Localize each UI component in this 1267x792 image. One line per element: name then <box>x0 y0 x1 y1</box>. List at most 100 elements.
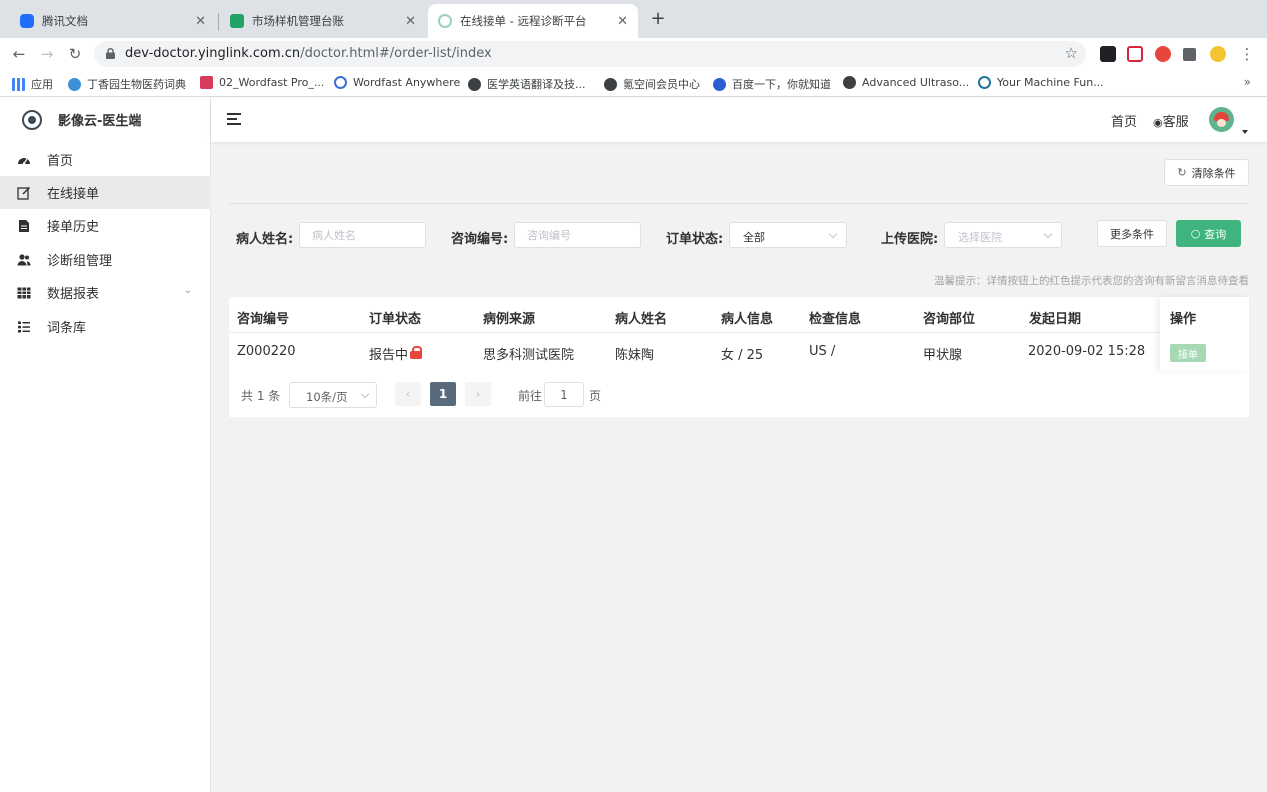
wordfast-icon <box>200 76 213 89</box>
new-tab-icon[interactable]: + <box>649 10 667 28</box>
topbar-home-link[interactable]: 首页 <box>1111 111 1137 130</box>
bookmark-label: 丁香园生物医药词典 <box>87 78 186 91</box>
hospital-select[interactable]: 选择医院 <box>944 222 1062 248</box>
goto-suffix: 页 <box>589 389 602 403</box>
page-number-1[interactable]: 1 <box>430 382 456 406</box>
bookmark-dxy[interactable]: 丁香园生物医药词典 <box>68 76 186 92</box>
back-icon[interactable]: ← <box>9 44 29 64</box>
bookmark-star-icon[interactable]: ☆ <box>1065 44 1078 62</box>
tab-title: 在线接单 - 远程诊断平台 <box>460 14 587 28</box>
close-icon[interactable]: ✕ <box>195 14 206 29</box>
close-icon[interactable]: ✕ <box>617 14 628 29</box>
divider <box>229 203 1249 204</box>
prev-page-button[interactable]: ‹ <box>395 382 421 406</box>
globe-icon <box>604 77 617 91</box>
sidebar-item-glossary[interactable]: 词条库 <box>0 310 211 343</box>
action-column: 操作 接单 <box>1160 297 1249 371</box>
bookmark-baidu[interactable]: 百度一下，你就知道 <box>713 76 831 92</box>
status-text: 报告中 <box>369 348 409 363</box>
profile-icon[interactable] <box>1210 46 1226 62</box>
logo-icon <box>22 109 42 130</box>
clear-filters-button[interactable]: ↻ 清除条件 <box>1164 159 1249 186</box>
puzzle-extension-icon[interactable] <box>1183 48 1196 61</box>
qr-extension-icon[interactable] <box>1100 46 1116 62</box>
tab-title: 腾讯文档 <box>42 14 88 28</box>
avatar[interactable] <box>1209 107 1234 132</box>
chevron-down-icon <box>1043 229 1053 239</box>
bookmark-label: Advanced Ultraso... <box>862 76 970 89</box>
baidu-icon <box>713 77 726 91</box>
bookmark-wordfast-anywhere[interactable]: Wordfast Anywhere <box>334 76 460 89</box>
forward-icon[interactable]: → <box>37 44 57 64</box>
app-name: 影像云-医生端 <box>58 114 142 129</box>
order-status-select[interactable]: 全部 <box>729 222 847 248</box>
next-page-button[interactable]: › <box>465 382 491 406</box>
bookmark-apps[interactable]: 应用 <box>12 76 53 92</box>
tab-tencent-docs[interactable]: 腾讯文档 ✕ <box>10 4 216 38</box>
more-filters-label: 更多条件 <box>1110 227 1154 241</box>
more-filters-button[interactable]: 更多条件 <box>1097 220 1167 247</box>
search-button[interactable]: ○ 查询 <box>1176 220 1241 247</box>
globe-icon <box>468 77 481 91</box>
consult-no-input[interactable] <box>514 222 641 248</box>
eye-icon: ◉ <box>1153 116 1163 129</box>
tab-market-ledger[interactable]: 市场样机管理台账 ✕ <box>220 4 426 38</box>
cell-source: 思多科测试医院 <box>483 348 575 363</box>
site-icon <box>438 14 452 28</box>
close-icon[interactable]: ✕ <box>405 14 416 29</box>
accept-order-button[interactable]: 接单 <box>1170 344 1206 362</box>
bookmark-your-machine[interactable]: Your Machine Fun... <box>978 76 1104 89</box>
caret-down-icon[interactable] <box>1242 130 1248 134</box>
sidebar-item-label: 词条库 <box>47 321 87 336</box>
page-size-value: 10条/页 <box>306 390 348 404</box>
column-header: 病人姓名 <box>615 312 668 327</box>
sidebar-item-home[interactable]: 首页 <box>0 143 211 176</box>
screen-extension-icon[interactable] <box>1127 46 1143 62</box>
cell-status: 报告中 <box>369 344 423 363</box>
tab-online-orders[interactable]: 在线接单 - 远程诊断平台 ✕ <box>428 4 638 38</box>
adblock-extension-icon[interactable] <box>1155 46 1171 62</box>
column-header: 检查信息 <box>809 312 862 327</box>
order-status-label: 订单状态: <box>666 232 724 247</box>
bookmark-medical-english[interactable]: 医学英语翻译及技... <box>468 76 586 92</box>
sidebar-item-data-reports[interactable]: 数据报表 ⌄ <box>0 276 211 309</box>
browser-menu-icon[interactable]: ⋮ <box>1237 44 1257 64</box>
page-size-select[interactable]: 10条/页 <box>289 382 377 408</box>
edit-icon <box>17 186 31 200</box>
goto-page-input[interactable] <box>544 382 584 407</box>
sidebar-item-online-orders[interactable]: 在线接单 <box>0 176 211 209</box>
bookmark-label: Wordfast Anywhere <box>353 76 461 89</box>
bookmark-label: 氪空间会员中心 <box>623 78 700 91</box>
bookmark-wordfast-pro[interactable]: 02_Wordfast Pro_... <box>200 76 324 89</box>
patient-name-input[interactable] <box>299 222 426 248</box>
bookmark-label: 02_Wordfast Pro_... <box>219 76 325 89</box>
bookmark-advanced-ultrasound[interactable]: Advanced Ultraso... <box>843 76 969 89</box>
bookmarks-more-button[interactable]: » <box>1244 75 1251 89</box>
main-content: ↻ 清除条件 病人姓名: 咨询编号: 订单状态: 全部 上传医院: 选择医院 更… <box>211 142 1267 792</box>
cell-exam-info: US / <box>809 344 836 359</box>
orders-table: 咨询编号 订单状态 病例来源 病人姓名 病人信息 检查信息 咨询部位 发起日期 … <box>229 297 1249 417</box>
url-path: /doctor.html#/order-list/index <box>300 46 492 61</box>
topbar-service-link[interactable]: ◉客服 <box>1153 111 1189 130</box>
column-header: 订单状态 <box>369 312 422 327</box>
browser-toolbar: ← → ↻ dev-doctor.yinglink.com.cn/doctor.… <box>0 38 1267 70</box>
column-header: 发起日期 <box>1029 312 1082 327</box>
app-logo[interactable]: 影像云-医生端 <box>0 97 211 142</box>
url-host: dev-doctor.yinglink.com.cn <box>125 46 301 61</box>
cell-consult-part: 甲状腺 <box>923 348 963 363</box>
search-label: 查询 <box>1204 227 1227 241</box>
table-icon <box>17 287 31 298</box>
bookmark-kr-space[interactable]: 氪空间会员中心 <box>604 76 700 92</box>
reload-icon[interactable]: ↻ <box>65 44 85 64</box>
address-bar[interactable]: dev-doctor.yinglink.com.cn/doctor.html#/… <box>94 41 1086 67</box>
menu-toggle-icon[interactable] <box>227 113 241 125</box>
cell-consult-no: Z000220 <box>237 344 296 359</box>
service-label: 客服 <box>1162 115 1189 130</box>
order-status-value: 全部 <box>743 231 765 244</box>
column-header: 操作 <box>1170 312 1197 327</box>
bookmark-label: 百度一下，你就知道 <box>732 78 831 91</box>
sidebar-item-order-history[interactable]: 接单历史 <box>0 209 211 242</box>
dxy-icon <box>68 77 81 91</box>
sidebar-item-diagnosis-groups[interactable]: 诊断组管理 <box>0 243 211 276</box>
dashboard-icon <box>18 157 30 165</box>
